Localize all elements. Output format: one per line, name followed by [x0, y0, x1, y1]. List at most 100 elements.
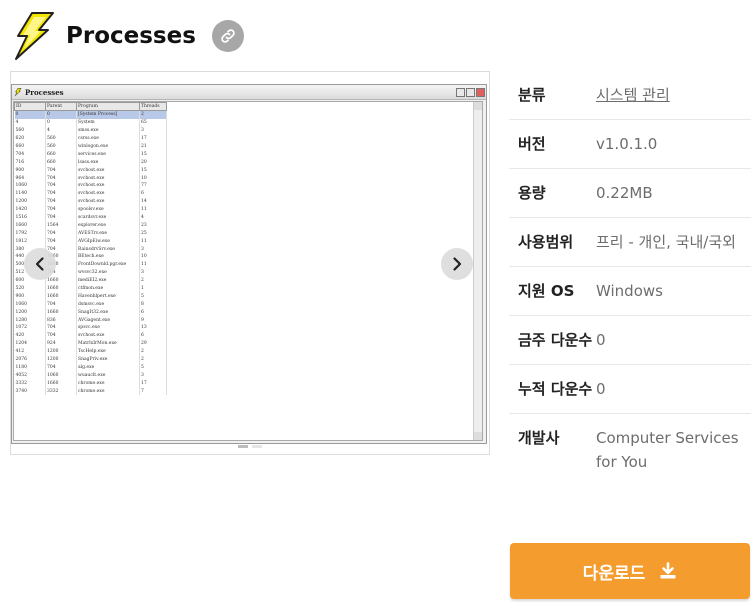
table-cell: 704: [14, 150, 46, 159]
table-cell: 560: [45, 142, 77, 151]
table-row: 1180 704 alg.exe 5: [14, 363, 167, 372]
table-cell: 704: [45, 229, 77, 238]
table-cell: 704: [45, 213, 77, 222]
table-row: 420 704 svchost.exe 6: [14, 331, 167, 340]
table-cell: 560: [45, 134, 77, 143]
info-row-os: 지원 OS Windows: [509, 267, 751, 316]
pagination-dot[interactable]: [252, 445, 262, 448]
info-label: 용량: [518, 184, 546, 202]
maximize-icon: [466, 87, 475, 97]
table-cell: 704: [45, 166, 77, 175]
table-cell: 924: [45, 339, 77, 348]
table-row: 1204 924 MatrlxIrMon.exe 29: [14, 339, 167, 348]
table-cell: RainsdrvSrv.exe: [76, 245, 140, 254]
scroll-up-icon: [474, 102, 482, 110]
program-info-table: 분류 시스템 관리 버전 v1.0.1.0 용량 0.22MB 사용범위 프리 …: [509, 71, 751, 486]
table-row: 716 660 lsass.exe 20: [14, 158, 167, 167]
table-row: 1060 704 dsmsvc.exe 8: [14, 300, 167, 309]
table-row: 1072 704 spsvc.exe 13: [14, 324, 167, 332]
table-cell: svchost.exe: [76, 182, 140, 190]
table-cell: 900: [14, 292, 46, 301]
lightning-bolt-icon: [15, 12, 54, 60]
table-cell: services.exe: [76, 150, 140, 159]
column-header: Program: [76, 102, 140, 111]
category-link[interactable]: 시스템 관리: [596, 83, 751, 107]
table-row: 4 0 System 65: [14, 118, 167, 127]
table-cell: 13: [139, 324, 167, 332]
table-cell: 20: [139, 158, 167, 167]
copy-link-button[interactable]: [211, 20, 244, 52]
table-cell: 2: [139, 276, 167, 285]
table-cell: 3: [139, 245, 167, 254]
table-cell: svchost.exe: [76, 189, 140, 198]
table-row: 1516 704 scardsvr.exe 4: [14, 213, 167, 222]
table-cell: SnagPriv.exe: [76, 355, 140, 364]
table-cell: 7: [139, 387, 167, 396]
table-cell: 1564: [45, 221, 77, 230]
table-cell: 0: [45, 110, 77, 119]
table-cell: 704: [45, 182, 77, 190]
info-value: 0: [596, 380, 606, 398]
scroll-down-icon: [474, 432, 482, 440]
download-button[interactable]: 다운로드: [510, 543, 750, 599]
table-cell: AVGIpEiw.exe: [76, 237, 140, 246]
table-cell: svchost.exe: [76, 166, 140, 175]
info-value: v1.0.1.0: [596, 135, 658, 153]
table-cell: 9: [139, 316, 167, 325]
table-row: 1280 836 AVGagent.exe 9: [14, 316, 167, 325]
table-cell: 1516: [14, 213, 46, 222]
column-header: Parent: [45, 102, 77, 111]
table-cell: FrontDownld.pgr.exe: [76, 260, 140, 269]
table-cell: 704: [45, 324, 77, 332]
gallery-pagination: [11, 445, 489, 448]
table-cell: 21: [139, 142, 167, 151]
table-cell: 704: [45, 189, 77, 198]
table-cell: 65: [139, 118, 167, 127]
table-cell: 1060: [14, 182, 46, 190]
info-row-category: 분류 시스템 관리: [509, 71, 751, 120]
table-cell: 1180: [14, 363, 46, 372]
process-list: ID Parent Program Threads 0 0 [System Proc…: [13, 101, 483, 441]
table-cell: 1204: [14, 339, 46, 348]
table-cell: 704: [45, 174, 77, 183]
info-label: 지원 OS: [518, 282, 575, 300]
next-image-button[interactable]: [441, 248, 473, 280]
info-row-version: 버전 v1.0.1.0: [509, 120, 751, 169]
table-cell: 1060: [45, 371, 77, 380]
info-value: 프리 - 개인, 국내/국외: [596, 233, 736, 251]
info-label: 사용범위: [518, 233, 574, 251]
info-row-size: 용량 0.22MB: [509, 169, 751, 218]
info-label: 누적 다운수: [518, 380, 593, 398]
table-cell: SnagIt32.exe: [76, 308, 140, 317]
table-cell: 560: [14, 126, 46, 135]
table-row: 1060 704 svchost.exe 77: [14, 182, 167, 190]
app-header: Processes: [10, 10, 244, 62]
table-row: 2076 1200 SnagPriv.exe 2: [14, 355, 167, 364]
table-row: 1200 1660 SnagIt32.exe 6: [14, 308, 167, 317]
table-cell: 3: [139, 126, 167, 135]
column-header: Threads: [139, 102, 167, 111]
info-value: 0: [596, 331, 606, 349]
table-cell: 2: [139, 355, 167, 364]
info-value: Windows: [596, 282, 663, 300]
table-cell: 29: [139, 339, 167, 348]
table-cell: 1660: [45, 284, 77, 293]
table-cell: 15: [139, 166, 167, 175]
table-cell: lsass.exe: [76, 158, 140, 167]
table-row: 620 560 csrss.exe 17: [14, 134, 167, 143]
table-cell: 836: [45, 316, 77, 325]
table-cell: TscHelp.exe: [76, 347, 140, 356]
window-controls: [456, 87, 485, 97]
info-label: 버전: [518, 135, 546, 153]
table-cell: 1660: [45, 379, 77, 388]
table-cell: 704: [45, 331, 77, 340]
previous-image-button[interactable]: [24, 248, 56, 280]
screenshot-window-titlebar: Processes: [12, 85, 486, 100]
pagination-dot[interactable]: [238, 445, 248, 448]
table-row: 1812 704 AVGIpEiw.exe 11: [14, 237, 167, 246]
table-row: 660 560 winlogon.exe 21: [14, 142, 167, 151]
page-title: Processes: [66, 23, 196, 49]
table-cell: ctfmon.exe: [76, 284, 140, 293]
chevron-left-icon: [35, 257, 44, 271]
table-cell: 14: [139, 197, 167, 206]
